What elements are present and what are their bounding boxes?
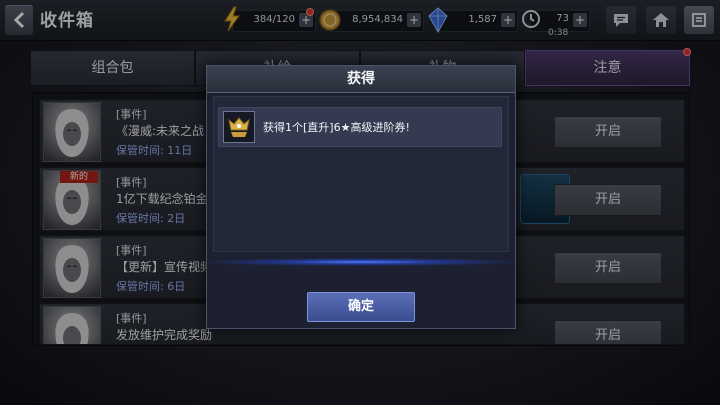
confirm-button[interactable]: 确定 [307, 292, 415, 322]
dialog-title: 获得 [207, 66, 515, 93]
reward-item: 获得1个[直升]6★高级进阶券! [218, 107, 502, 147]
reward-icon-frame [223, 111, 255, 143]
rank-badge-icon [228, 117, 250, 137]
reward-dialog: 获得 获得1个[直升]6★高级进阶券! 确定 [206, 65, 516, 329]
reward-text: 获得1个[直升]6★高级进阶券! [263, 121, 410, 134]
glow-divider [207, 258, 515, 266]
dialog-body: 获得1个[直升]6★高级进阶券! [213, 96, 509, 252]
